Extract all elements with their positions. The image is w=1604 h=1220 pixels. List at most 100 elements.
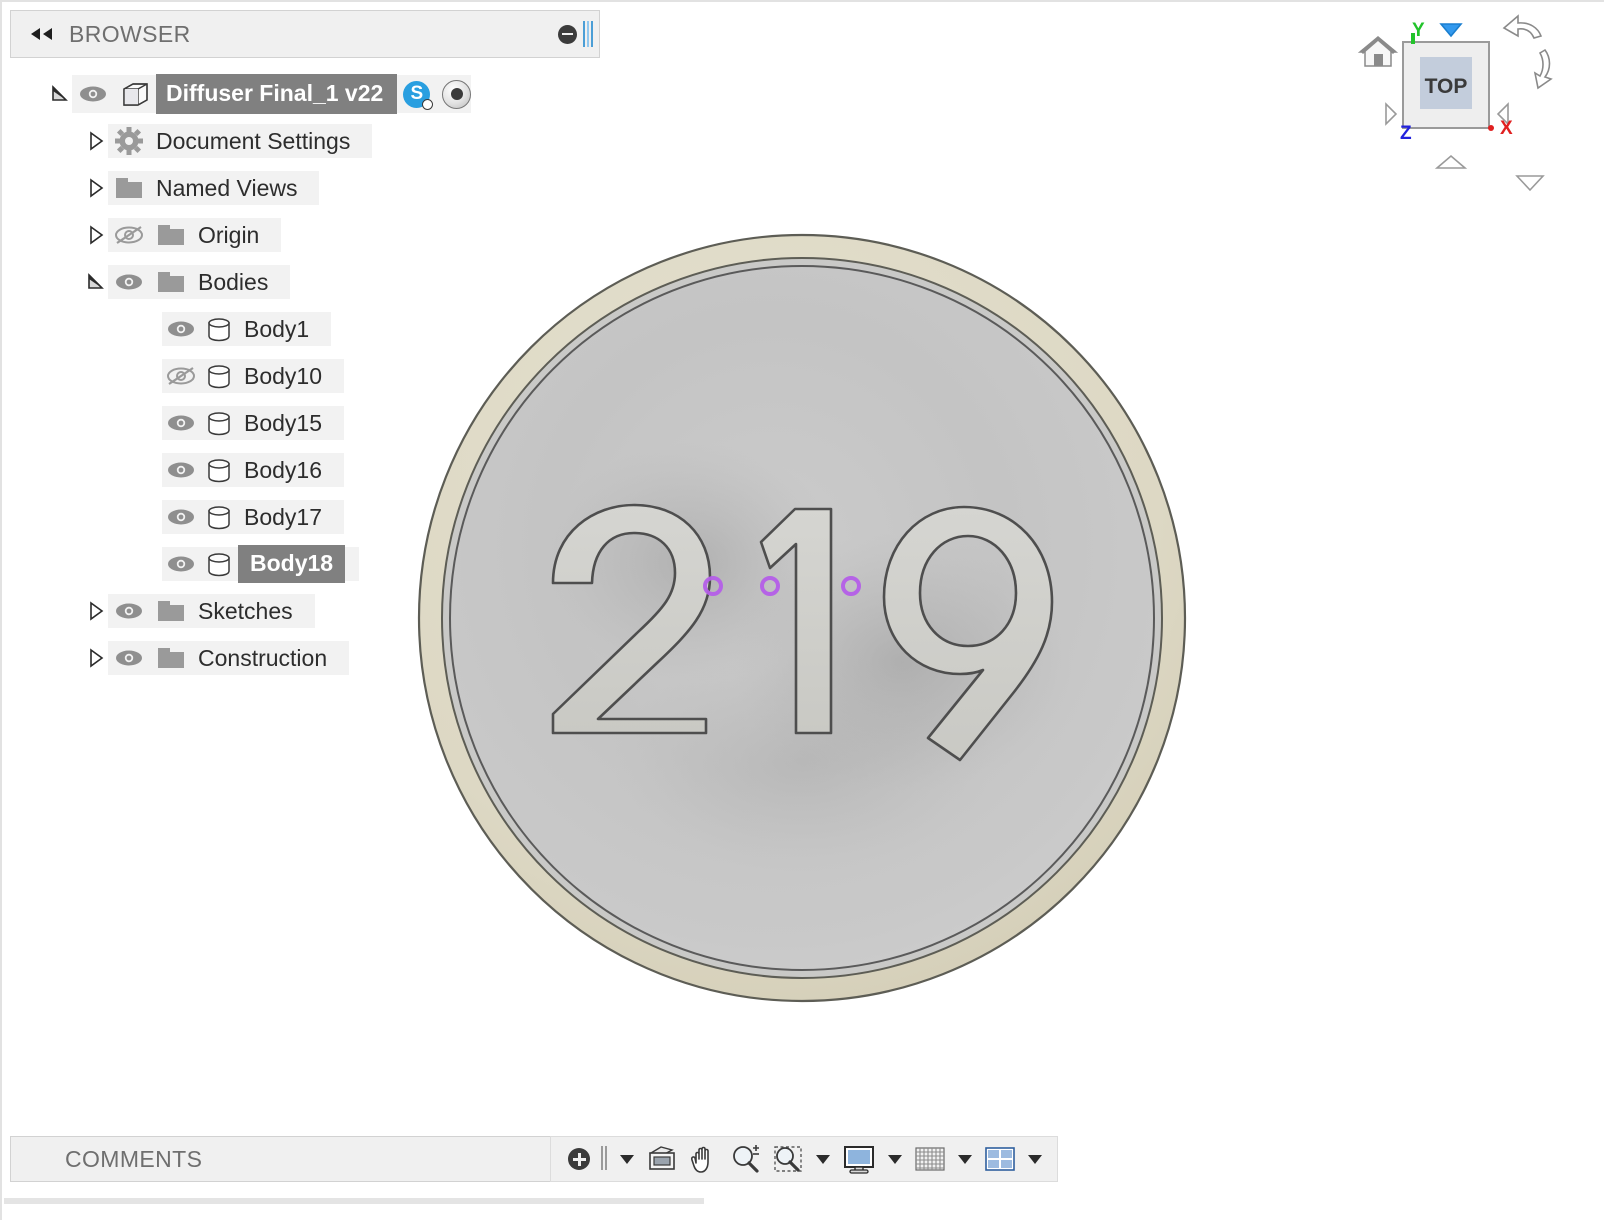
body-icon (200, 456, 238, 484)
eye-icon[interactable] (108, 648, 150, 668)
hand-pan-icon (691, 1146, 709, 1173)
expander-collapsed-icon[interactable] (84, 599, 108, 623)
chevron-down-icon[interactable] (816, 1154, 830, 1164)
body-icon (200, 550, 238, 578)
chevron-down-icon[interactable] (958, 1154, 972, 1164)
expander-collapsed-icon[interactable] (84, 176, 108, 200)
axis-label-z: Z (1400, 123, 1412, 144)
arrow-top-icon (1439, 23, 1463, 38)
viewcube[interactable]: TOP Y Z X (1332, 6, 1562, 206)
sidebar-item-body16[interactable]: Body16 (162, 450, 600, 490)
sidebar-item-label: Body1 (244, 315, 310, 342)
expander-expanded-icon[interactable] (84, 270, 108, 294)
eye-icon[interactable] (108, 272, 150, 292)
sidebar-item-label: Body17 (244, 503, 323, 530)
body-icon (200, 315, 238, 343)
sidebar-item-body1[interactable]: Body1 (162, 309, 600, 349)
eye-icon[interactable] (162, 460, 200, 480)
eye-hidden-icon[interactable] (162, 365, 200, 387)
folder-icon (150, 222, 192, 248)
sidebar-item-origin[interactable]: Origin (84, 215, 600, 255)
comments-panel-header[interactable]: COMMENTS (10, 1136, 600, 1182)
eye-icon[interactable] (162, 554, 200, 574)
expander-collapsed-icon[interactable] (84, 223, 108, 247)
share-status-badge[interactable]: S (403, 80, 434, 110)
chevron-down-icon[interactable] (1028, 1154, 1042, 1164)
sidebar-item-label-selected[interactable]: Body18 (238, 545, 346, 583)
axis-tick-y (1411, 33, 1415, 44)
minus-icon[interactable] (558, 24, 577, 44)
arrow-down-chevron-icon (1515, 175, 1545, 192)
sidebar-item-named-views[interactable]: Named Views (84, 168, 600, 208)
fusion-app-window: TOP Y Z X BROWSER Diffuser Final_1 v22 S… (0, 0, 1604, 1220)
folder-icon (150, 598, 192, 624)
double-left-arrow-icon[interactable] (29, 26, 55, 42)
orbit-icon (649, 1146, 675, 1170)
sidebar-item-sketches[interactable]: Sketches (84, 591, 600, 631)
tree-row-root[interactable]: Diffuser Final_1 v22 S (48, 74, 600, 114)
grip-handle-icon[interactable] (601, 1146, 609, 1172)
comments-title: COMMENTS (65, 1145, 203, 1172)
zoom-in-icon (733, 1145, 759, 1173)
zoom-tool[interactable] (725, 1139, 767, 1179)
viewports[interactable] (979, 1139, 1021, 1179)
sidebar-item-label: Body10 (244, 362, 323, 389)
zoom-window-icon (774, 1146, 802, 1172)
sidebar-item-label: Bodies (198, 268, 269, 295)
root-node-label[interactable]: Diffuser Final_1 v22 (156, 74, 398, 114)
grid-icon (915, 1147, 945, 1171)
sidebar-item-label: Body15 (244, 409, 323, 436)
sidebar-item-body15[interactable]: Body15 (162, 403, 600, 443)
sidebar-item-document-settings[interactable]: Document Settings (84, 121, 600, 161)
radio-circle-icon[interactable] (442, 79, 472, 109)
sidebar-item-label: Construction (198, 644, 328, 671)
navigation-toolbar (550, 1136, 1058, 1182)
plus-icon[interactable] (568, 1148, 590, 1170)
chevron-down-icon[interactable] (620, 1154, 634, 1164)
folder-icon (150, 269, 192, 295)
eye-icon[interactable] (162, 507, 200, 527)
sidebar-item-construction[interactable]: Construction (84, 638, 600, 678)
browser-header[interactable]: BROWSER (10, 10, 600, 58)
rotate-clockwise-icon (1533, 48, 1553, 90)
gear-icon (108, 126, 150, 156)
orbit-tool[interactable] (641, 1139, 683, 1179)
expander-collapsed-icon[interactable] (84, 646, 108, 670)
sidebar-item-label: Body16 (244, 456, 323, 483)
pan-tool[interactable] (683, 1139, 725, 1179)
scroll-track[interactable] (4, 1198, 704, 1204)
chevron-down-icon[interactable] (888, 1154, 902, 1164)
display-settings[interactable] (837, 1139, 881, 1179)
viewports-icon (985, 1147, 1015, 1171)
viewcube-face-label: TOP (1425, 75, 1468, 98)
eye-icon[interactable] (108, 601, 150, 621)
browser-tree: Diffuser Final_1 v22 S Document Settings… (10, 74, 600, 678)
component-icon (114, 80, 156, 108)
sidebar-item-label: Origin (198, 221, 260, 248)
body-icon (200, 409, 238, 437)
sidebar-item-body18[interactable]: Body18 (162, 544, 600, 584)
body-icon (200, 503, 238, 531)
sidebar-item-body17[interactable]: Body17 (162, 497, 600, 537)
folder-icon (108, 175, 150, 201)
home-icon (1357, 36, 1399, 67)
rotate-counterclockwise-icon (1502, 14, 1543, 39)
expander-expanded-icon[interactable] (48, 82, 72, 106)
sidebar-item-body10[interactable]: Body10 (162, 356, 600, 396)
arrow-left-icon (1385, 102, 1398, 126)
eye-icon[interactable] (72, 84, 114, 104)
axis-label-x: X (1500, 118, 1513, 139)
grip-handle-icon[interactable] (583, 20, 593, 48)
browser-title: BROWSER (69, 20, 191, 47)
grid-snaps[interactable] (909, 1139, 951, 1179)
eye-hidden-icon[interactable] (108, 224, 150, 246)
arrow-bottom-icon (1434, 154, 1468, 169)
bottom-scroll-strip[interactable] (4, 1194, 1600, 1216)
sidebar-item-bodies[interactable]: Bodies (84, 262, 600, 302)
eye-icon[interactable] (162, 413, 200, 433)
eye-icon[interactable] (162, 319, 200, 339)
zoom-window-tool[interactable] (767, 1139, 809, 1179)
sidebar-item-label: Named Views (156, 174, 298, 201)
expander-collapsed-icon[interactable] (84, 129, 108, 153)
sidebar-item-label: Document Settings (156, 127, 351, 154)
